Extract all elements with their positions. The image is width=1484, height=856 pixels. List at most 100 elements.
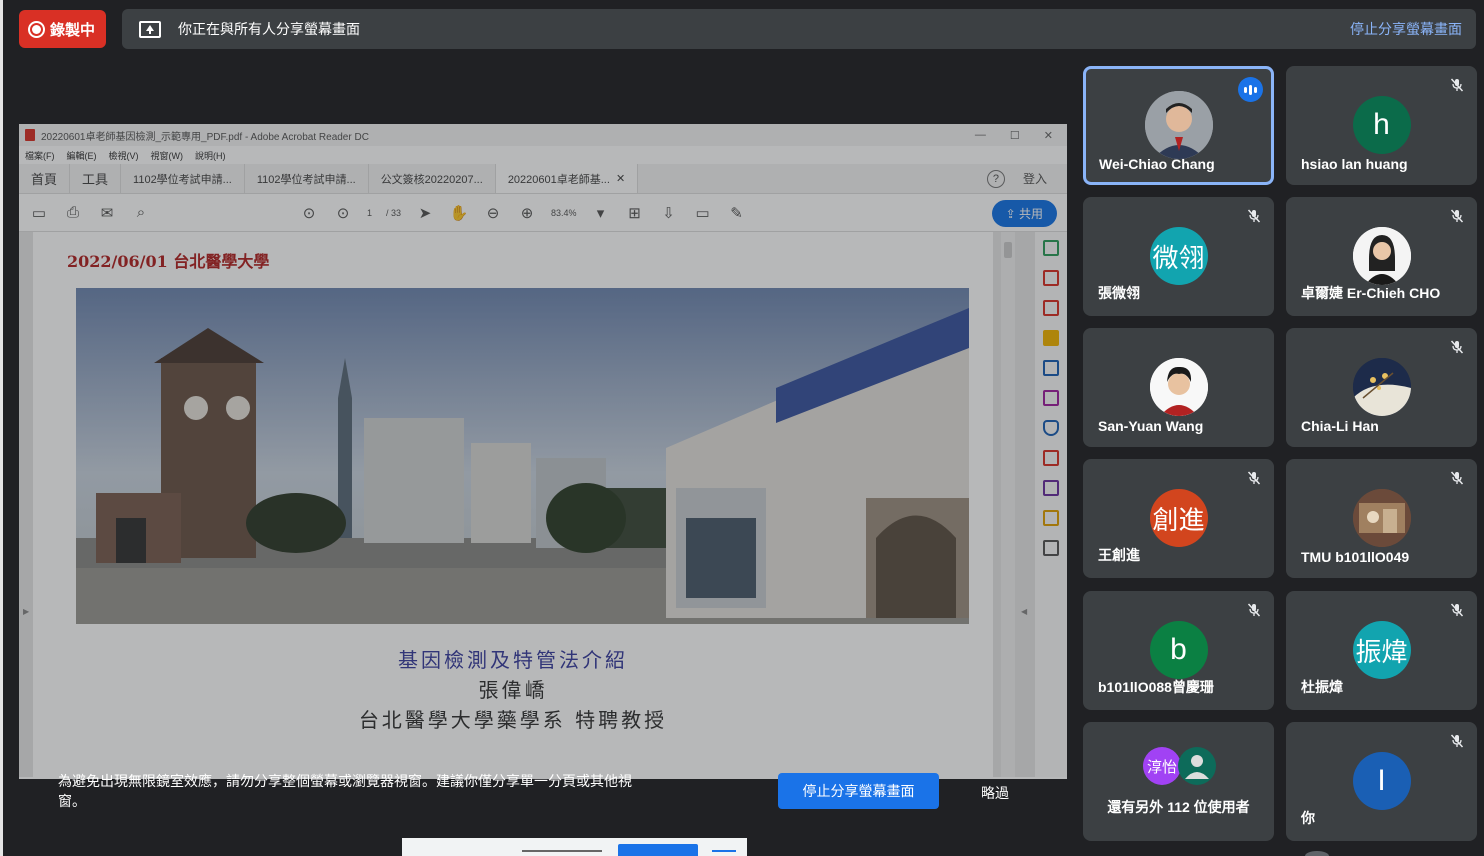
tab-document-active-label: 20220601卓老師基...: [507, 173, 610, 186]
speaking-indicator-icon: [1238, 77, 1263, 102]
more-participants-label: 還有另外 112 位使用者: [1107, 799, 1250, 815]
participant-name: 王創進: [1098, 547, 1140, 563]
acrobat-share-label: 共用: [1018, 207, 1043, 221]
bottom-strip-text: [522, 850, 602, 852]
participant-tile[interactable]: San-Yuan Wang: [1083, 328, 1274, 447]
tab-document-1[interactable]: 1102學位考試申請...: [121, 164, 245, 193]
participant-tile[interactable]: 振煒 杜振煒: [1286, 591, 1477, 710]
mic-off-icon: [1246, 208, 1262, 224]
acrobat-share-button[interactable]: ⇪ 共用: [991, 200, 1057, 227]
fill-sign-icon[interactable]: [1043, 390, 1059, 406]
campus-photo-image: [76, 288, 969, 624]
comment-icon[interactable]: ▭: [693, 204, 713, 222]
zoom-in-icon[interactable]: ⊕: [517, 204, 537, 222]
tab-document-active[interactable]: 20220601卓老師基... ✕: [495, 164, 639, 193]
page-number-current[interactable]: 1: [367, 208, 372, 218]
mic-off-icon: [1246, 470, 1262, 486]
present-screen-icon: [139, 20, 161, 38]
tab-close-icon[interactable]: ✕: [616, 172, 625, 185]
search-icon[interactable]: ⌕: [131, 204, 151, 221]
bottom-strip-link[interactable]: [712, 850, 736, 852]
tab-tools[interactable]: 工具: [70, 164, 122, 193]
request-signature-icon[interactable]: [1043, 480, 1059, 496]
more-participants-tile[interactable]: 淳怡 還有另外 112 位使用者: [1083, 722, 1274, 841]
sign-in-link[interactable]: 登入: [1023, 170, 1047, 187]
participant-tile[interactable]: 創進 王創進: [1083, 459, 1274, 578]
participant-name: hsiao lan huang: [1301, 156, 1408, 172]
menu-view[interactable]: 檢視(V): [109, 149, 139, 162]
record-icon: [28, 20, 45, 38]
participant-tile[interactable]: b b101llO088曾慶珊: [1083, 591, 1274, 710]
participant-avatar: [1352, 227, 1411, 285]
more-tools-icon[interactable]: [1043, 540, 1059, 556]
acrobat-tools-pane: [1035, 232, 1067, 777]
zoom-out-icon[interactable]: ⊖: [483, 204, 503, 222]
participant-tile[interactable]: I你: [1286, 722, 1477, 841]
participant-avatar: 振煒: [1352, 621, 1411, 679]
participant-tile[interactable]: Wei-Chiao Chang: [1083, 66, 1274, 185]
participant-tile[interactable]: 卓爾婕 Er-Chieh CHO: [1286, 197, 1477, 316]
select-tool-icon[interactable]: ➤: [415, 204, 435, 222]
left-panel-arrow-icon[interactable]: ▶: [23, 607, 29, 616]
participant-tile[interactable]: Chia-Li Han: [1286, 328, 1477, 447]
scroll-mode-icon[interactable]: ⇩: [659, 204, 679, 222]
next-page-icon[interactable]: ⊙: [333, 204, 353, 222]
chevron-down-icon[interactable]: ▾: [591, 204, 611, 222]
comment-tool-icon[interactable]: [1043, 330, 1059, 346]
right-panel-arrow-icon[interactable]: ◀: [1021, 607, 1027, 616]
stop-sharing-link[interactable]: 停止分享螢幕畫面: [1350, 19, 1462, 39]
menu-edit[interactable]: 編輯(E): [67, 149, 97, 162]
create-pdf-icon[interactable]: [1043, 270, 1059, 286]
screen-share-bar: 你正在與所有人分享螢幕畫面 停止分享螢幕畫面: [122, 9, 1476, 49]
edit-pdf-icon[interactable]: [1043, 300, 1059, 316]
acrobat-toolbar: ▭ ⎙ ✉ ⌕ ⊙ ⊙ 1 / 33 ➤ ✋ ⊖ ⊕ 83.4% ▾ ⊞ ⇩ ▭…: [19, 194, 1067, 232]
compress-pdf-icon[interactable]: [1043, 450, 1059, 466]
skip-button[interactable]: 略過: [981, 783, 1009, 803]
minimize-icon[interactable]: —: [975, 129, 986, 142]
vertical-scrollbar[interactable]: [1001, 232, 1015, 777]
bottom-control-partial[interactable]: [1305, 851, 1329, 856]
print-icon[interactable]: ⎙: [63, 204, 83, 221]
export-pdf-icon[interactable]: [1043, 240, 1059, 256]
tab-document-3[interactable]: 公文簽核20220207...: [369, 164, 496, 193]
save-icon[interactable]: ▭: [29, 204, 49, 222]
tab-home[interactable]: 首頁: [19, 164, 71, 193]
maximize-icon[interactable]: ☐: [1010, 129, 1020, 142]
acrobat-tabs: 首頁 工具 1102學位考試申請... 1102學位考試申請... 公文簽核20…: [19, 164, 1067, 194]
acrobat-window-title: 20220601卓老師基因檢測_示範專用_PDF.pdf - Adobe Acr…: [41, 131, 369, 143]
participant-name: Wei-Chiao Chang: [1099, 156, 1215, 172]
fit-page-icon[interactable]: ⊞: [625, 204, 645, 222]
slide-speaker-name: 張偉嶠: [478, 678, 548, 702]
scan-ocr-icon[interactable]: [1043, 510, 1059, 526]
participant-tile[interactable]: 微翎 張微翎: [1083, 197, 1274, 316]
slide-date-line: 2022/06/01 台北醫學大學: [67, 252, 270, 271]
prev-page-icon[interactable]: ⊙: [299, 204, 319, 222]
menu-window[interactable]: 視窗(W): [151, 149, 184, 162]
protect-icon[interactable]: [1043, 420, 1059, 436]
zoom-level[interactable]: 83.4%: [551, 208, 577, 218]
acrobat-document-area: ▶ 2022/06/01 台北醫學大學 基因檢測及特管法介紹 張偉嶠 台北醫學大…: [19, 232, 1067, 777]
participant-name: TMU b101llO049: [1301, 549, 1410, 565]
shared-screen: 20220601卓老師基因檢測_示範專用_PDF.pdf - Adobe Acr…: [19, 124, 1067, 779]
menu-help[interactable]: 說明(H): [195, 149, 226, 162]
menu-file[interactable]: 檔案(F): [25, 149, 55, 162]
recording-badge[interactable]: 錄製中: [19, 10, 106, 48]
tab-document-2[interactable]: 1102學位考試申請...: [245, 164, 369, 193]
mic-off-icon: [1449, 733, 1465, 749]
pen-icon[interactable]: ✎: [727, 204, 747, 222]
participant-tile[interactable]: TMU b101llO049: [1286, 459, 1477, 578]
participant-tile[interactable]: h hsiao lan huang: [1286, 66, 1477, 185]
email-icon[interactable]: ✉: [97, 204, 117, 222]
participant-name: b101llO088曾慶珊: [1098, 679, 1214, 695]
stop-sharing-button[interactable]: 停止分享螢幕畫面: [778, 773, 939, 809]
combine-files-icon[interactable]: [1043, 360, 1059, 376]
participant-avatar: [1352, 358, 1411, 416]
participant-name: 張微翎: [1098, 285, 1140, 301]
scrollbar-thumb[interactable]: [1004, 242, 1012, 258]
bottom-strip-button[interactable]: [618, 844, 698, 856]
person-icon: [1185, 755, 1209, 779]
help-icon[interactable]: ?: [986, 169, 1005, 188]
close-icon[interactable]: ✕: [1044, 129, 1053, 142]
pdf-icon: [25, 129, 35, 141]
hand-tool-icon[interactable]: ✋: [449, 204, 469, 222]
